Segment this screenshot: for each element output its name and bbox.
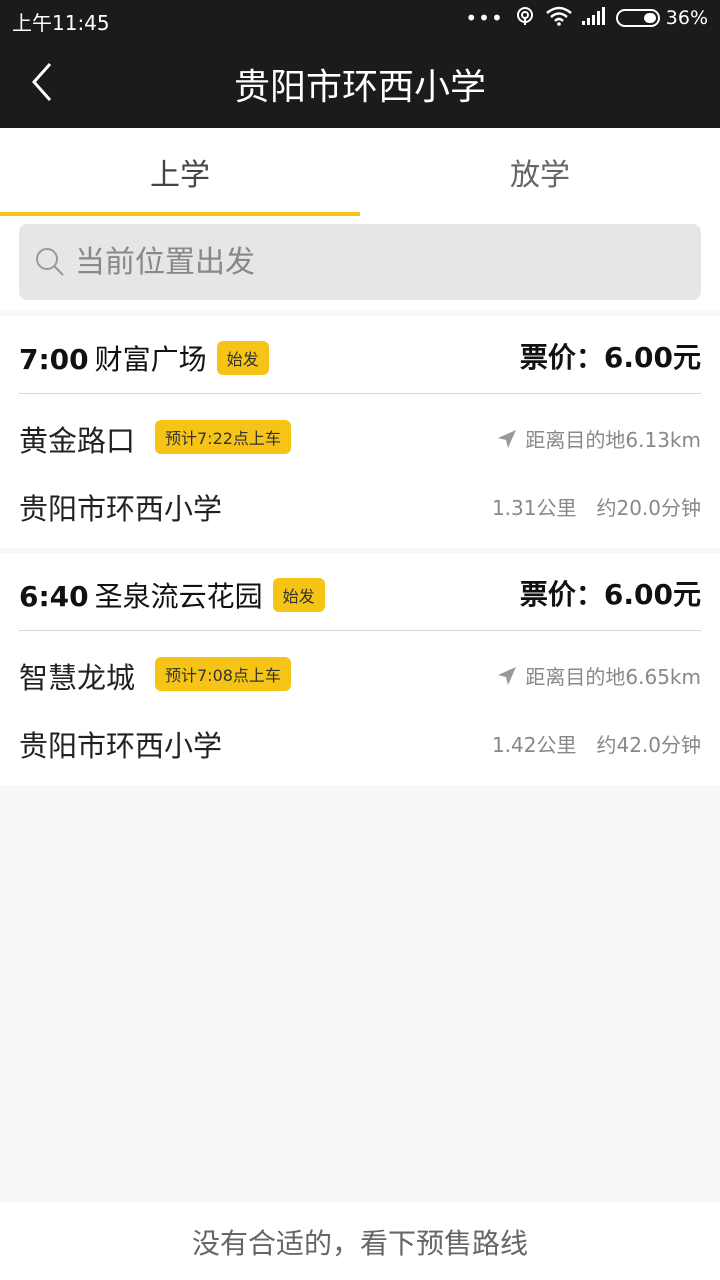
destination-meta: 1.42公里 约42.0分钟	[492, 729, 701, 758]
pickup-stop: 智慧龙城	[19, 661, 136, 695]
search-input[interactable]	[75, 244, 655, 280]
distance-text: 距离目的地6.65km	[525, 665, 701, 689]
destination-name: 贵阳市环西小学	[19, 492, 223, 526]
eta-badge: 预计7:22点上车	[155, 420, 291, 454]
pickup-stop: 黄金路口	[19, 424, 136, 458]
departure-time: 7:00	[19, 343, 89, 376]
route-header: 6:40 圣泉流云花园 始发 票价：6.00元	[19, 553, 701, 631]
route-card[interactable]: 6:40 圣泉流云花园 始发 票价：6.00元 智慧龙城 预计7:08点上车 距离目…	[0, 553, 720, 785]
eta-badge: 预计7:08点上车	[155, 657, 291, 691]
wifi-icon	[545, 6, 572, 30]
search-icon	[35, 247, 65, 277]
more-dots-icon: •••	[465, 6, 504, 30]
walk-distance: 1.31公里	[491, 496, 577, 520]
tab-after-school[interactable]: 放学	[360, 128, 720, 216]
tab-label: 上学	[150, 158, 210, 193]
location-arrow-icon	[497, 429, 517, 449]
distance-text: 距离目的地6.13km	[525, 428, 701, 452]
location-arrow-icon	[497, 666, 517, 686]
distance-info: 距离目的地6.13km	[497, 424, 701, 453]
start-badge: 始发	[272, 578, 325, 612]
departure-info: 7:00 财富广场 始发	[19, 338, 269, 378]
page-title: 贵阳市环西小学	[233, 67, 486, 108]
status-bar: 上午11:45 ••• 36%	[0, 0, 720, 36]
destination-row: 贵阳市环西小学 1.31公里 约20.0分钟	[19, 480, 701, 530]
departure-station: 圣泉流云花园	[94, 580, 263, 613]
departure-time: 6:40	[19, 580, 89, 613]
search-box[interactable]	[19, 224, 701, 300]
presale-routes-link[interactable]: 没有合适的，看下预售路线	[192, 1222, 528, 1262]
departure-info: 6:40 圣泉流云花园 始发	[19, 575, 325, 615]
destination-name: 贵阳市环西小学	[19, 729, 223, 763]
nav-bar: 贵阳市环西小学	[0, 36, 720, 128]
walk-distance: 1.42公里	[491, 733, 577, 757]
fare-label: 票价：6.00元	[519, 578, 701, 611]
distance-info: 距离目的地6.65km	[497, 661, 701, 690]
signal-icon	[581, 7, 606, 29]
fare-label: 票价：6.00元	[519, 341, 701, 374]
pickup-row: 智慧龙城 预计7:08点上车 距离目的地6.65km	[19, 649, 701, 699]
battery-percent: 36%	[665, 7, 708, 29]
tab-bar: 上学 放学	[0, 128, 720, 216]
tab-to-school[interactable]: 上学	[0, 128, 360, 216]
travel-duration: 约20.0分钟	[596, 496, 701, 520]
travel-duration: 约42.0分钟	[596, 733, 701, 757]
bottom-bar: 没有合适的，看下预售路线	[0, 1203, 720, 1280]
status-time: 上午11:45	[12, 11, 110, 35]
route-header: 7:00 财富广场 始发 票价：6.00元	[19, 316, 701, 394]
start-badge: 始发	[216, 341, 269, 375]
destination-meta: 1.31公里 约20.0分钟	[492, 492, 701, 521]
tab-label: 放学	[510, 158, 570, 193]
pickup-row: 黄金路口 预计7:22点上车 距离目的地6.13km	[19, 412, 701, 462]
departure-station: 财富广场	[94, 343, 207, 376]
status-icons: ••• 36%	[455, 6, 708, 30]
battery-icon	[615, 9, 660, 27]
destination-row: 贵阳市环西小学 1.42公里 约42.0分钟	[19, 717, 701, 767]
search-area	[0, 216, 720, 310]
hotspot-icon	[514, 5, 536, 31]
route-card[interactable]: 7:00 财富广场 始发 票价：6.00元 黄金路口 预计7:22点上车 距离目的地…	[0, 316, 720, 548]
